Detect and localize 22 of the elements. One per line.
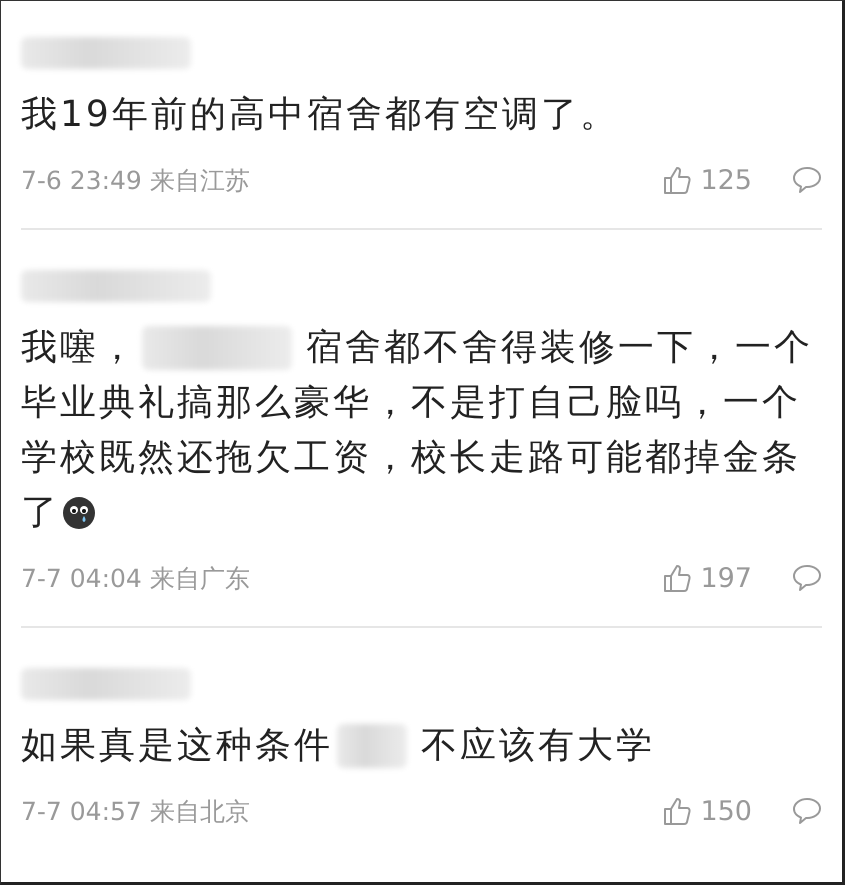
comment-text: 毕业典礼搞那么豪华，不是打自己脸吗，一个 (21, 381, 801, 425)
comment-icon[interactable] (792, 166, 822, 194)
like-count: 197 (700, 562, 752, 594)
comment-time: 7-6 23:49 来自江苏 (21, 164, 251, 196)
crying-emoji-icon (62, 496, 96, 530)
comment-icon[interactable] (792, 564, 822, 592)
thumbs-up-icon[interactable] (662, 563, 692, 593)
comment-time: 7-7 04:04 来自广东 (21, 562, 251, 594)
comment-text: 如果真是这种条件 (21, 724, 333, 768)
comment-icon[interactable] (792, 797, 822, 825)
comment-text: 学校既然还拖欠工资，校长走路可能都掉金条 (21, 436, 801, 480)
like-count: 150 (700, 796, 752, 826)
comment-text: 宿舍都不舍得装修一下，一个 (306, 326, 813, 370)
comment-text: 我噻， (21, 326, 138, 370)
thumbs-up-icon[interactable] (662, 796, 692, 826)
like-count: 125 (700, 164, 752, 196)
comment-text: 了 (21, 491, 60, 535)
comment-text: 不应该有大学 (421, 724, 655, 768)
comment-text: 我19年前的高中宿舍都有空调了。 (21, 93, 619, 137)
blurred-text (337, 724, 407, 768)
thumbs-up-icon[interactable] (662, 165, 692, 195)
comment-time: 7-7 04:57 来自北京 (21, 796, 251, 828)
